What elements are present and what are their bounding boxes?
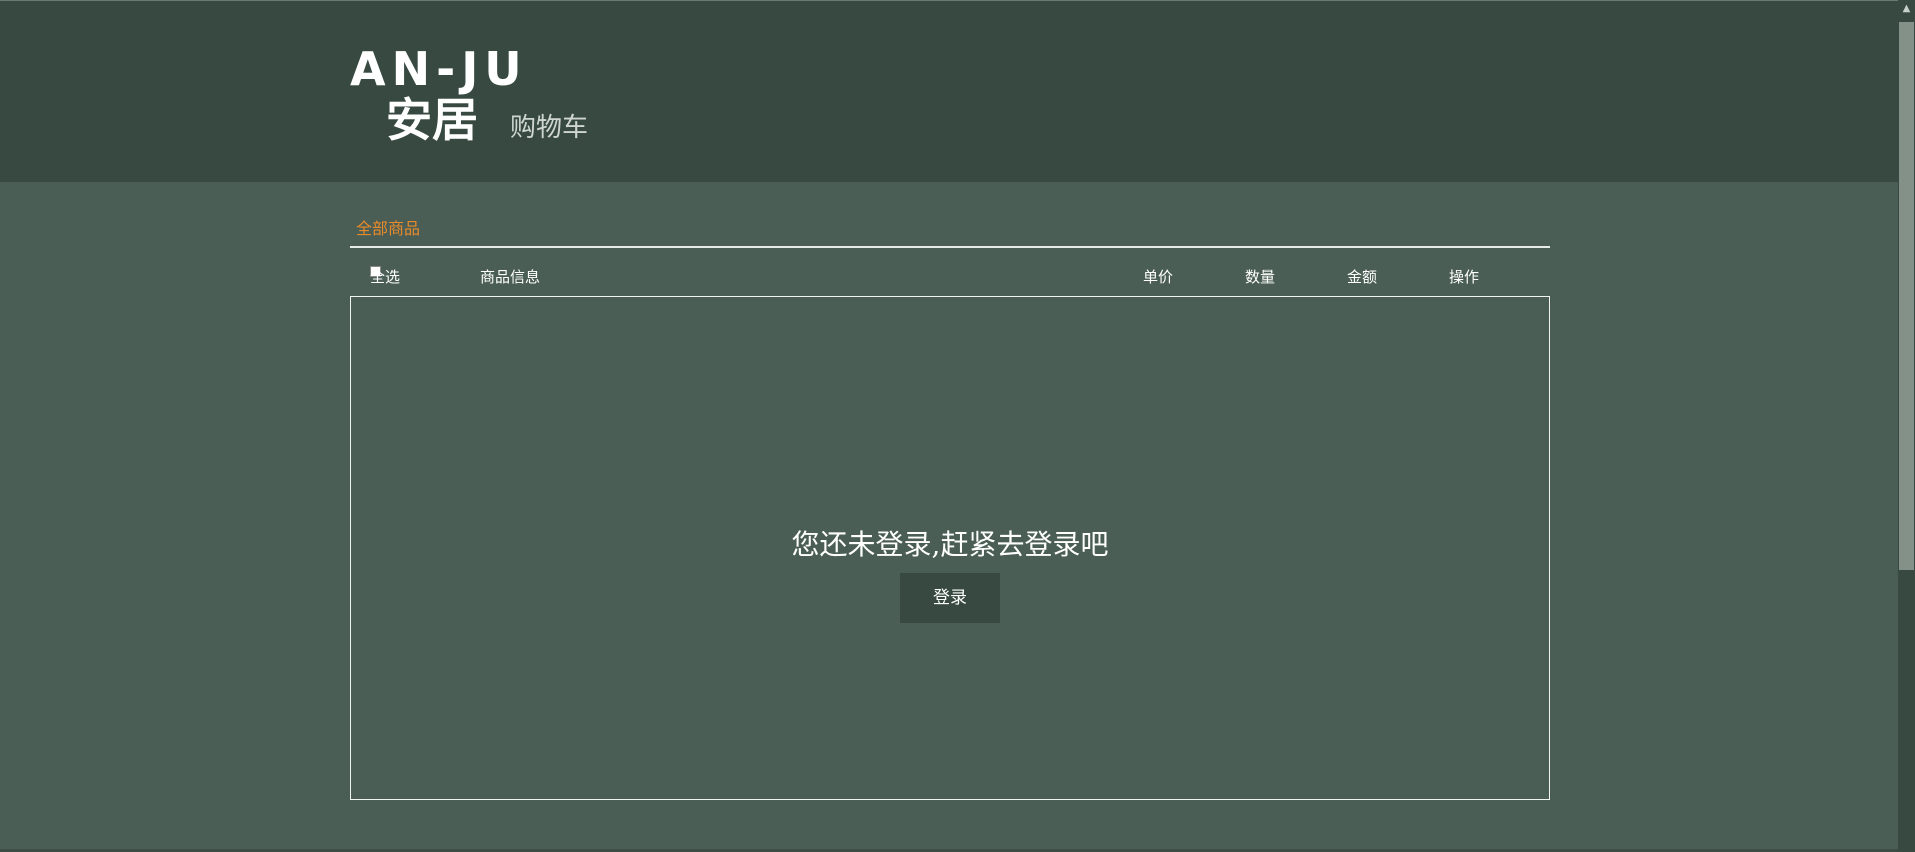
vertical-scrollbar[interactable]: ▲ <box>1898 0 1915 852</box>
page-subtitle: 购物车 <box>510 113 589 143</box>
scrollbar-thumb[interactable] <box>1899 22 1914 570</box>
table-header: 全选 商品信息 单价 数量 金额 操作 <box>350 266 1550 290</box>
select-all-label: 全选 <box>370 268 401 286</box>
logo-english: AN-JU <box>350 42 528 96</box>
cart-page: AN-JU 安居 购物车 全部商品 全选 商品信息 单价 数量 金额 操作 您还… <box>0 0 1915 852</box>
tab-bar: 全部商品 <box>350 213 1550 248</box>
tab-all-products[interactable]: 全部商品 <box>356 215 420 239</box>
logo-chinese: 安居 <box>386 93 478 147</box>
column-unit-price: 单价 <box>1143 268 1174 286</box>
scroll-up-arrow-icon[interactable]: ▲ <box>1898 0 1915 17</box>
header: AN-JU 安居 购物车 <box>0 0 1898 182</box>
column-operation: 操作 <box>1449 268 1480 286</box>
column-quantity: 数量 <box>1245 268 1276 286</box>
logo[interactable]: AN-JU 安居 购物车 <box>350 43 610 153</box>
column-amount: 金额 <box>1347 268 1378 286</box>
column-product-info: 商品信息 <box>480 268 541 286</box>
not-logged-in-message: 您还未登录,赶紧去登录吧 <box>791 528 1109 561</box>
login-button[interactable]: 登录 <box>900 573 1000 623</box>
cart-items-box: 您还未登录,赶紧去登录吧 登录 <box>350 296 1550 800</box>
